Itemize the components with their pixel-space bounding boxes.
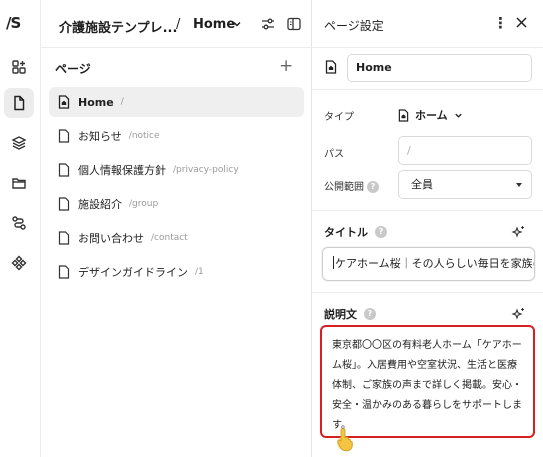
page-name-input[interactable]: Home [347,54,532,82]
page-path: /privacy-policy [173,165,239,175]
folder-icon[interactable] [4,168,34,198]
page-path: /1 [195,267,204,277]
help-icon[interactable]: ? [367,181,379,193]
seo-title-label: タイトル? [324,224,387,240]
ai-sparkle-icon[interactable] [511,307,525,321]
page-path: /contact [151,233,188,243]
chevron-down-icon[interactable] [232,19,242,29]
section-divider [312,210,543,211]
visibility-select[interactable]: 全員 [398,170,532,199]
panel-toggle-icon[interactable] [286,16,302,32]
description-label: 説明文? [324,306,376,322]
app-rail: /S [0,0,41,457]
seo-title-label-text: タイトル [324,226,368,239]
page-icon [58,129,70,143]
breadcrumb-separator: / [176,17,181,32]
page-name: お問い合わせ [78,232,144,245]
page-item-contact[interactable]: お問い合わせ /contact [49,223,304,253]
type-selector[interactable]: ホーム [398,107,463,123]
type-value: ホーム [415,109,448,122]
page-icon [58,163,70,177]
page-icon [58,197,70,211]
page-name-row: Home [312,48,543,90]
pages-icon[interactable] [4,88,34,118]
current-page-selector[interactable]: Home [193,17,235,32]
caret-down-icon [516,183,522,187]
home-page-icon [398,108,409,122]
section-divider [312,292,543,293]
add-page-button[interactable]: + [279,58,293,75]
page-icon [58,231,70,245]
text-caret [333,256,334,269]
layers-icon[interactable] [4,128,34,158]
pointer-hand-icon [337,428,353,452]
visibility-value: 全員 [411,178,433,191]
help-icon[interactable]: ? [375,226,387,238]
home-page-icon [58,95,70,109]
page-name: Home [78,95,114,109]
page-item-privacy-policy[interactable]: 個人情報保護方針 /privacy-policy [49,155,304,185]
page-item-group[interactable]: 施設紹介 /group [49,189,304,219]
settings-header: ページ設定 ⋮ [312,0,543,48]
type-label: タイプ [324,112,354,123]
path-input[interactable]: / [398,136,532,165]
page-settings-panel: ページ設定 ⋮ Home タイプ ホーム パス / 公開範囲? 全員 タイトル? [312,0,543,457]
visibility-label: 公開範囲? [324,178,379,193]
top-bar: 介護施設テンプレ... / Home [41,0,312,48]
page-item-home[interactable]: Home / [49,87,304,117]
page-name: 個人情報保護方針 [78,164,166,177]
app-logo[interactable]: /S [6,14,32,34]
page-item-notice[interactable]: お知らせ /notice [49,121,304,151]
page-path: /group [129,199,159,209]
components-icon[interactable] [4,248,34,278]
description-label-text: 説明文 [324,308,357,321]
home-page-icon [325,60,337,74]
path-label: パス [324,149,344,160]
help-icon[interactable]: ? [364,308,376,320]
description-textarea[interactable]: 東京都〇〇区の有料老人ホーム「ケアホーム桜」。入居費用や空室状況、生活と医療体制… [320,325,535,438]
seo-title-input[interactable]: ケアホーム桜｜その人らしい毎日を家族の [322,247,535,281]
page-path: /notice [128,131,160,141]
settings-title: ページ設定 [324,19,384,33]
page-item-design-guideline[interactable]: デザインガイドライン /1 [49,257,304,287]
chevron-down-icon [454,113,462,118]
page-name: デザインガイドライン [78,266,188,279]
more-options-icon[interactable]: ⋮ [493,14,508,32]
close-icon[interactable] [515,16,528,29]
page-name: 施設紹介 [78,198,122,211]
pages-panel: 介護施設テンプレ... / Home ページ + Home / お知らせ /no… [41,0,312,457]
seo-title-value: ケアホーム桜｜その人らしい毎日を家族の [335,257,535,270]
apps-icon[interactable] [4,52,34,82]
page-path: / [120,97,124,107]
ai-sparkle-icon[interactable] [511,225,525,239]
flow-icon[interactable] [4,208,34,238]
sliders-icon[interactable] [260,16,276,32]
pages-heading: ページ [55,62,91,76]
page-name: お知らせ [78,130,122,143]
visibility-label-text: 公開範囲 [324,182,364,193]
page-icon [58,265,70,279]
site-title[interactable]: 介護施設テンプレ... [59,17,177,36]
